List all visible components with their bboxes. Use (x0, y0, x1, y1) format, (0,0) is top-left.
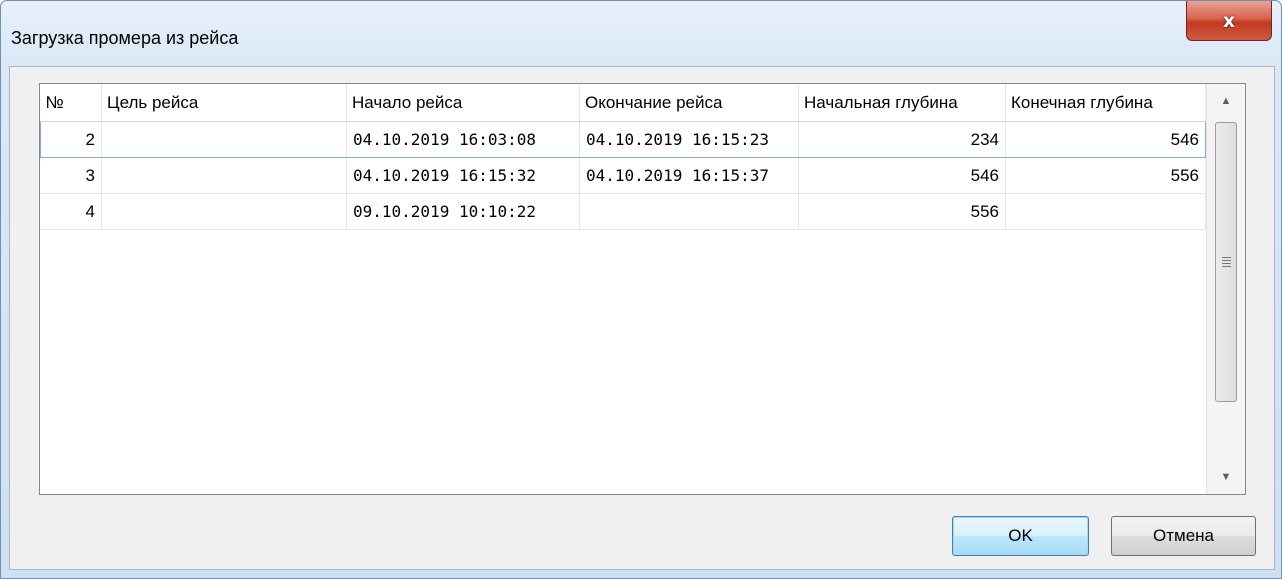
voyage-grid[interactable]: № Цель рейса Начало рейса Окончание рейс… (39, 83, 1246, 495)
cell-depth-start[interactable]: 556 (798, 193, 1006, 230)
column-header-end[interactable]: Окончание рейса (579, 84, 799, 122)
ok-button[interactable]: OK (952, 516, 1089, 556)
close-button[interactable]: x (1186, 1, 1272, 41)
cell-start[interactable]: 09.10.2019 10:10:22 (346, 193, 580, 230)
column-header-depth-end[interactable]: Конечная глубина (1005, 84, 1206, 122)
scroll-up-arrow-icon[interactable]: ▲ (1207, 84, 1245, 118)
table-header-row: № Цель рейса Начало рейса Окончание рейс… (40, 84, 1206, 122)
cell-goal[interactable] (101, 193, 347, 230)
dialog-client-area: № Цель рейса Начало рейса Окончание рейс… (9, 66, 1275, 570)
cell-goal[interactable] (101, 157, 347, 194)
cell-start[interactable]: 04.10.2019 16:15:32 (346, 157, 580, 194)
column-header-goal[interactable]: Цель рейса (101, 84, 347, 122)
column-header-depth-start[interactable]: Начальная глубина (798, 84, 1006, 122)
cell-end[interactable]: 04.10.2019 16:15:23 (579, 121, 799, 158)
column-header-start[interactable]: Начало рейса (346, 84, 580, 122)
cell-end[interactable]: 04.10.2019 16:15:37 (579, 157, 799, 194)
cell-depth-end[interactable]: 546 (1005, 121, 1206, 158)
window-title: Загрузка промера из рейса (11, 28, 239, 48)
table-row[interactable]: 3 04.10.2019 16:15:32 04.10.2019 16:15:3… (40, 157, 1206, 194)
cell-depth-end[interactable] (1005, 193, 1206, 230)
voyage-table: № Цель рейса Начало рейса Окончание рейс… (40, 84, 1206, 230)
dialog-window: Загрузка промера из рейса x № Цель рейса… (0, 0, 1282, 579)
grip-icon (1221, 257, 1231, 267)
cell-depth-end[interactable]: 556 (1005, 157, 1206, 194)
cell-goal[interactable] (101, 121, 347, 158)
table-row[interactable]: 2 04.10.2019 16:03:08 04.10.2019 16:15:2… (40, 121, 1206, 158)
table-row[interactable]: 4 09.10.2019 10:10:22 556 (40, 193, 1206, 230)
cell-depth-start[interactable]: 546 (798, 157, 1006, 194)
cancel-button[interactable]: Отмена (1111, 516, 1256, 556)
scroll-down-arrow-icon[interactable]: ▼ (1207, 460, 1245, 494)
cell-number[interactable]: 4 (40, 193, 102, 230)
vertical-scrollbar[interactable]: ▲ ▼ (1206, 84, 1245, 494)
cell-depth-start[interactable]: 234 (798, 121, 1006, 158)
cell-number[interactable]: 3 (40, 157, 102, 194)
scroll-thumb[interactable] (1215, 122, 1237, 402)
close-icon: x (1222, 9, 1236, 32)
column-header-number[interactable]: № (40, 84, 102, 122)
cell-number[interactable]: 2 (40, 121, 102, 158)
cell-start[interactable]: 04.10.2019 16:03:08 (346, 121, 580, 158)
cell-end[interactable] (579, 193, 799, 230)
